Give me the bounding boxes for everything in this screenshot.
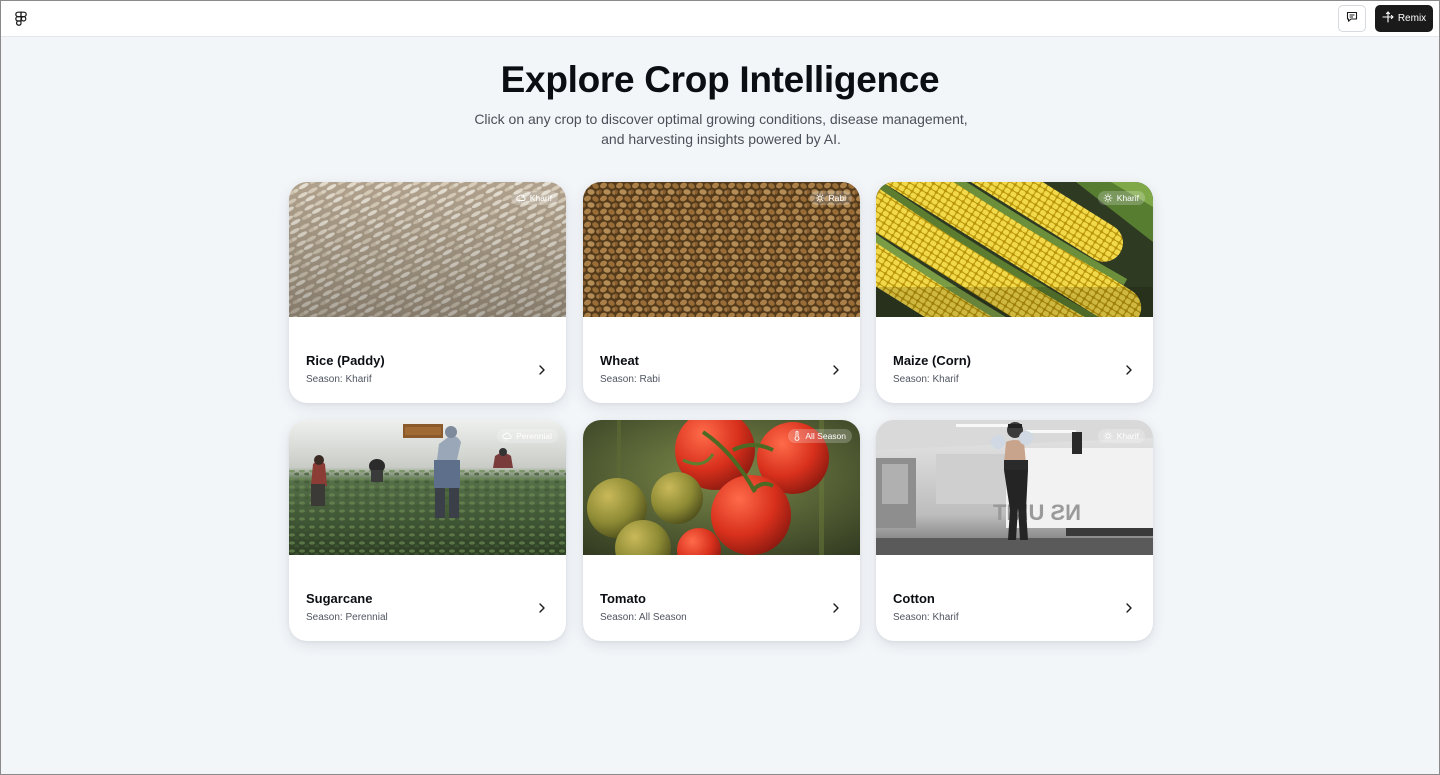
- season-badge-label: Rabi: [828, 193, 846, 203]
- thermometer-icon: [793, 431, 801, 441]
- chevron-right-icon: [831, 601, 841, 613]
- chevron-right-icon: [537, 363, 547, 375]
- crop-card-rice[interactable]: Kharif Rice (Paddy) Season: Kharif: [289, 182, 566, 403]
- chevron-right-icon: [537, 601, 547, 613]
- remix-icon: [1382, 11, 1394, 26]
- chevron-right-icon: [831, 363, 841, 375]
- remix-label: Remix: [1397, 13, 1427, 24]
- sun-icon: [1103, 431, 1113, 441]
- remix-button[interactable]: Remix: [1375, 5, 1433, 32]
- svg-text:NS UNIT: NS UNIT: [992, 500, 1081, 525]
- crop-card-cotton[interactable]: NS UNIT Kharif Cotton Season: Kharif: [876, 420, 1153, 641]
- figma-logo-icon[interactable]: [15, 11, 29, 27]
- season-badge-label: Kharif: [1116, 193, 1139, 203]
- crop-card-maize[interactable]: Kharif Maize (Corn) Season: Kharif: [876, 182, 1153, 403]
- crop-name: Rice (Paddy): [306, 353, 385, 368]
- season-badge-label: Kharif: [1116, 431, 1139, 441]
- season-badge: Kharif: [510, 191, 558, 205]
- page-subtitle: Click on any crop to discover optimal gr…: [471, 110, 971, 149]
- season-badge: Rabi: [809, 191, 852, 205]
- crop-name: Tomato: [600, 591, 646, 606]
- season-badge-label: All Season: [805, 431, 846, 441]
- chevron-right-icon: [1124, 601, 1134, 613]
- crop-name: Maize (Corn): [893, 353, 971, 368]
- season-badge: Perennial: [497, 429, 558, 443]
- crop-season: Season: All Season: [600, 612, 687, 623]
- rain-cloud-icon: [502, 432, 512, 441]
- crop-card-sugarcane[interactable]: Perennial Sugarcane Season: Perennial: [289, 420, 566, 641]
- crop-season: Season: Rabi: [600, 374, 661, 385]
- crop-name: Sugarcane: [306, 591, 373, 606]
- season-badge: All Season: [788, 429, 852, 443]
- comment-button[interactable]: [1338, 5, 1366, 32]
- top-toolbar: Remix: [1, 1, 1439, 37]
- crop-card-wheat[interactable]: Rabi Wheat Season: Rabi: [583, 182, 860, 403]
- crop-name: Wheat: [600, 353, 639, 368]
- crop-season: Season: Kharif: [893, 374, 959, 385]
- crop-card-tomato[interactable]: All Season Tomato Season: All Season: [583, 420, 860, 641]
- comment-icon: [1346, 10, 1358, 28]
- season-badge: Kharif: [1097, 191, 1145, 205]
- crop-name: Cotton: [893, 591, 935, 606]
- sun-icon: [815, 193, 825, 203]
- sun-icon: [1103, 193, 1113, 203]
- crop-season: Season: Kharif: [306, 374, 372, 385]
- chevron-right-icon: [1124, 363, 1134, 375]
- crop-season: Season: Kharif: [893, 612, 959, 623]
- season-badge: Kharif: [1097, 429, 1145, 443]
- subtitle-line-1: Click on any crop to discover optimal gr…: [474, 111, 968, 127]
- season-badge-label: Perennial: [516, 431, 552, 441]
- page-title: Explore Crop Intelligence: [500, 59, 940, 100]
- subtitle-line-2: and harvesting insights powered by AI.: [601, 130, 841, 147]
- season-badge-label: Kharif: [529, 193, 552, 203]
- rain-cloud-icon: [515, 194, 526, 203]
- crop-season: Season: Perennial: [306, 612, 388, 623]
